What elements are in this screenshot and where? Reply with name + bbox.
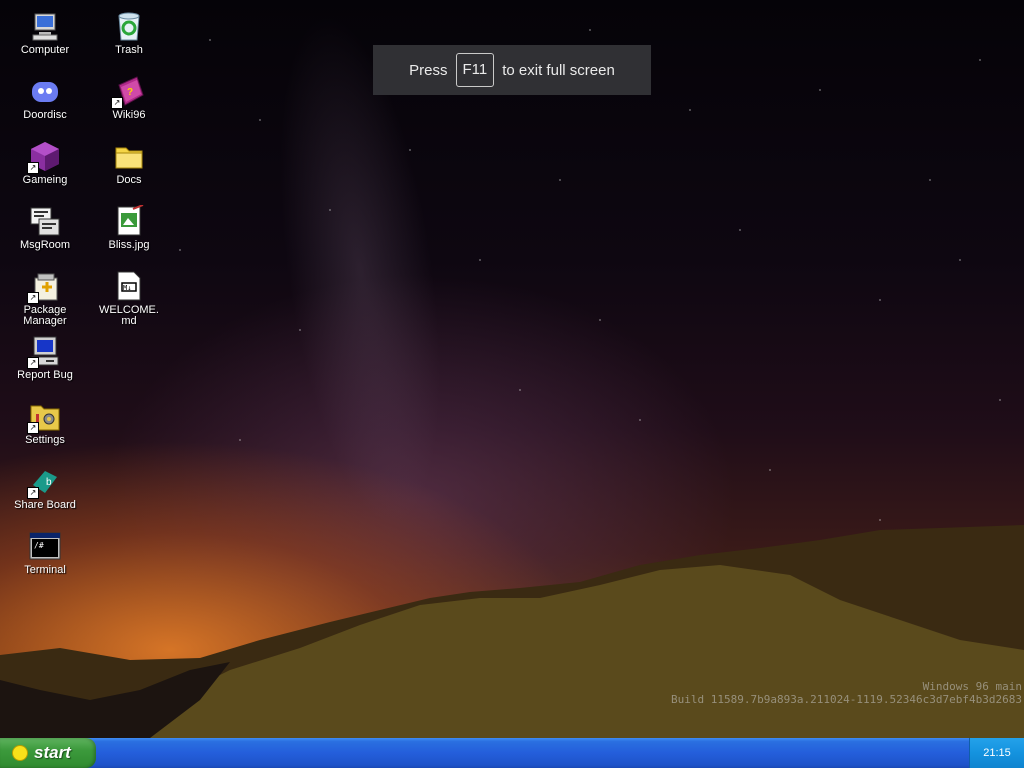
desktop-icon-share-board[interactable]: b ↗ Share Board xyxy=(5,465,85,511)
markdown-file-icon: M↓ xyxy=(113,270,145,302)
svg-text:?: ? xyxy=(127,87,133,98)
fullscreen-notice-text: to exit full screen xyxy=(502,61,615,79)
shortcut-arrow-icon: ↗ xyxy=(27,422,39,434)
start-label: start xyxy=(34,743,71,762)
desktop-icon-doordisc[interactable]: Doordisc xyxy=(5,75,85,121)
desktop-icon-label: Bliss.jpg xyxy=(108,239,150,251)
svg-text:b: b xyxy=(46,477,52,488)
build-os-name: Windows 96 main xyxy=(922,680,1022,693)
start-button[interactable]: start xyxy=(0,738,96,768)
msgroom-icon xyxy=(29,205,61,237)
package-manager-icon: ↗ xyxy=(27,270,61,304)
share-board-icon: b ↗ xyxy=(27,465,61,499)
desktop-icon-wiki96[interactable]: ? ↗ Wiki96 xyxy=(89,75,169,121)
smiley-icon xyxy=(12,745,28,761)
desktop-icon-label: WELCOME.md xyxy=(99,304,159,327)
desktop-icon-label: Trash xyxy=(115,44,143,56)
gameing-icon: ↗ xyxy=(27,140,61,174)
settings-icon: ↗ xyxy=(27,400,61,434)
desktop-icon-label: Package Manager xyxy=(23,304,67,327)
desktop-icon-label: Docs xyxy=(116,174,142,186)
shortcut-arrow-icon: ↗ xyxy=(27,292,39,304)
shortcut-arrow-icon: ↗ xyxy=(27,487,39,499)
svg-text:M↓: M↓ xyxy=(123,284,131,292)
build-watermark: Windows 96 main Build 11589.7b9a893a.211… xyxy=(671,680,1022,706)
trash-icon xyxy=(113,10,145,42)
svg-text:/#: /# xyxy=(34,541,44,550)
computer-icon xyxy=(29,10,61,42)
desktop-icon-gameing[interactable]: ↗ Gameing xyxy=(5,140,85,186)
desktop-icon-label: Gameing xyxy=(22,174,68,186)
fullscreen-notice-key: F11 xyxy=(455,53,495,87)
desktop-icon-computer[interactable]: Computer xyxy=(5,10,85,56)
desktop-icon-label: Report Bug xyxy=(17,369,73,381)
desktop-icon-label: Wiki96 xyxy=(112,109,146,121)
shortcut-arrow-icon: ↗ xyxy=(111,97,123,109)
desktop-icon-label: Share Board xyxy=(14,499,76,511)
desktop-icon-label: MsgRoom xyxy=(19,239,71,251)
system-tray[interactable]: 21:15 xyxy=(969,738,1024,768)
desktop[interactable]: Computer Doordisc ↗ Gameing MsgRoom ↗ Pa… xyxy=(0,0,1024,738)
desktop-icon-welcome-md[interactable]: M↓ WELCOME.md xyxy=(89,270,169,327)
shortcut-arrow-icon: ↗ xyxy=(27,357,39,369)
desktop-icon-docs[interactable]: Docs xyxy=(89,140,169,186)
desktop-icon-trash[interactable]: Trash xyxy=(89,10,169,56)
desktop-icon-label: Terminal xyxy=(24,564,66,576)
shortcut-arrow-icon: ↗ xyxy=(27,162,39,174)
desktop-icon-settings[interactable]: ↗ Settings xyxy=(5,400,85,446)
desktop-icon-bliss-jpg[interactable]: Bliss.jpg xyxy=(89,204,169,251)
folder-icon xyxy=(113,140,145,172)
report-bug-icon: ↗ xyxy=(27,335,61,369)
desktop-icon-msgroom[interactable]: MsgRoom xyxy=(5,205,85,251)
desktop-icon-package-manager[interactable]: ↗ Package Manager xyxy=(5,270,85,327)
wiki96-icon: ? ↗ xyxy=(111,75,145,109)
fullscreen-exit-notice: Press F11 to exit full screen xyxy=(373,45,651,95)
taskbar: start 21:15 xyxy=(0,738,1024,768)
desktop-icon-label: Doordisc xyxy=(23,109,67,121)
build-number: Build 11589.7b9a893a.211024-1119.52346c3… xyxy=(671,693,1022,706)
desktop-icon-terminal[interactable]: /# Terminal xyxy=(5,530,85,576)
desktop-icon-label: Settings xyxy=(25,434,65,446)
fullscreen-notice-press: Press xyxy=(409,61,448,79)
image-file-icon xyxy=(113,204,145,237)
desktop-icon-report-bug[interactable]: ↗ Report Bug xyxy=(5,335,85,381)
desktop-icon-label: Computer xyxy=(20,44,70,56)
clock[interactable]: 21:15 xyxy=(983,747,1011,759)
doordisc-icon xyxy=(29,75,61,107)
terminal-icon: /# xyxy=(29,530,61,562)
